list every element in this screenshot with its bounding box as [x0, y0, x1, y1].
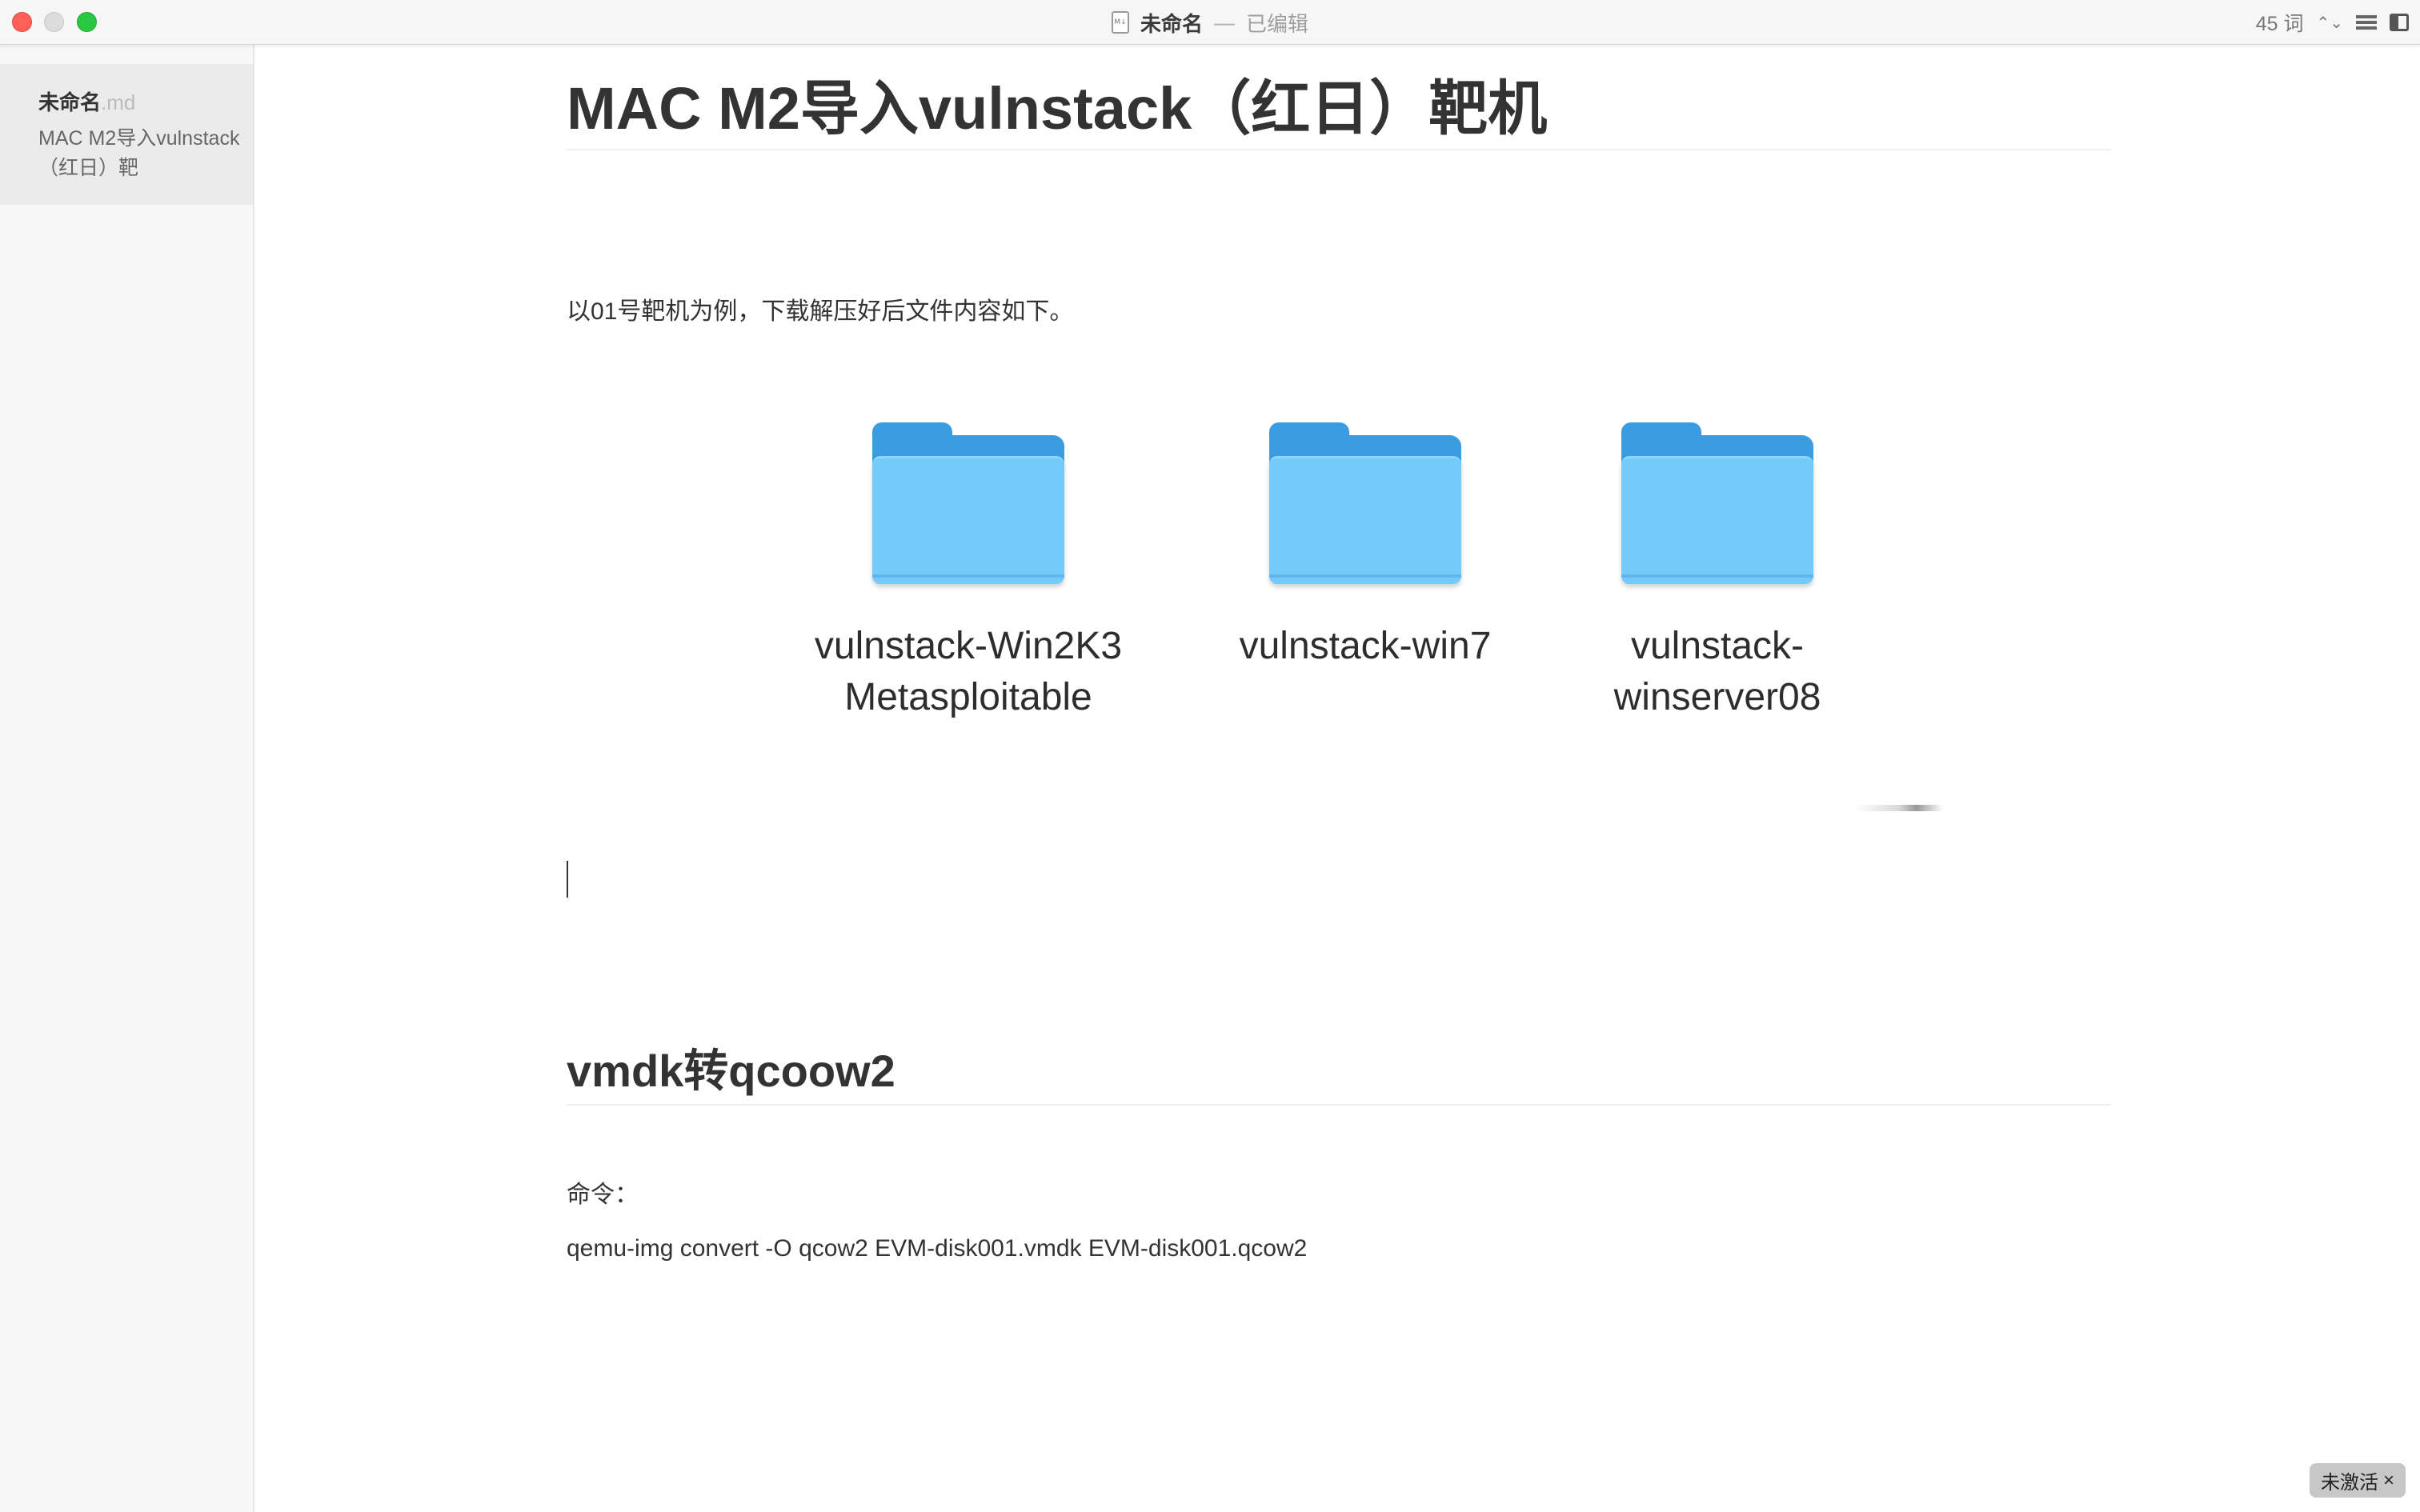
window-title: M↓ 未命名 — 已编辑 [0, 0, 2420, 45]
title-bar: M↓ 未命名 — 已编辑 45 词 ⌃⌄ [0, 0, 2420, 45]
chevron-up-down-icon[interactable]: ⌃⌄ [2316, 13, 2343, 33]
folder-item: vulnstack-win7 [1197, 421, 1533, 672]
intro-paragraph[interactable]: 以01号靶机为例，下载解压好后文件内容如下。 [567, 291, 1073, 326]
folder-icon [872, 421, 1064, 589]
folder-icon [1621, 421, 1813, 589]
sidebar-toggle-icon[interactable] [2390, 14, 2409, 31]
command-text[interactable]: qemu-img convert -O qcow2 EVM-disk001.vm… [567, 1235, 1307, 1262]
command-label[interactable]: 命令： [567, 1174, 639, 1210]
titlebar-tools: 45 词 ⌃⌄ [2256, 0, 2409, 45]
folder-icon [1269, 421, 1461, 589]
folder-item: vulnstack-Win2K3 Metasploitable [800, 421, 1136, 723]
folder-item: vulnstack- winserver08 [1549, 421, 1885, 723]
folder-label: vulnstack-win7 [1239, 625, 1492, 667]
outline-list-icon[interactable] [2356, 14, 2377, 31]
activation-label: 未激活 [2320, 1472, 2378, 1494]
window-file-name[interactable]: 未命名 [1140, 8, 1203, 38]
file-preview: MAC M2导入vulnstack（红日）靶 [38, 127, 240, 179]
folders-image: vulnstack-Win2K3 Metasploitable vulnstac… [800, 421, 1873, 821]
word-count[interactable]: 45 词 [2256, 8, 2304, 37]
close-icon[interactable]: × [2383, 1470, 2394, 1492]
folder-label: vulnstack- winserver08 [1613, 625, 1821, 718]
activation-badge[interactable]: 未激活 × [2309, 1463, 2406, 1498]
folder-label: vulnstack-Win2K3 Metasploitable [814, 625, 1123, 718]
title-separator: — [1214, 10, 1235, 34]
section-heading[interactable]: vmdk转qcoow2 [567, 1042, 2111, 1106]
file-name: 未命名.md [38, 90, 136, 114]
file-list-item[interactable]: 未命名.md MAC M2导入vulnstack（红日）靶 [0, 64, 253, 205]
text-cursor [567, 861, 568, 898]
image-crop-artifact [1855, 805, 1943, 811]
file-extension: .md [101, 90, 136, 114]
editor-area[interactable]: MAC M2导入vulnstack（红日）靶机 以01号靶机为例，下载解压好后文… [256, 45, 2420, 1512]
markdown-file-icon: M↓ [1111, 11, 1129, 34]
document-title[interactable]: MAC M2导入vulnstack（红日）靶机 [567, 72, 2111, 150]
edit-status: 已编辑 [1246, 11, 1309, 36]
file-sidebar: 未命名.md MAC M2导入vulnstack（红日）靶 [0, 45, 254, 1512]
